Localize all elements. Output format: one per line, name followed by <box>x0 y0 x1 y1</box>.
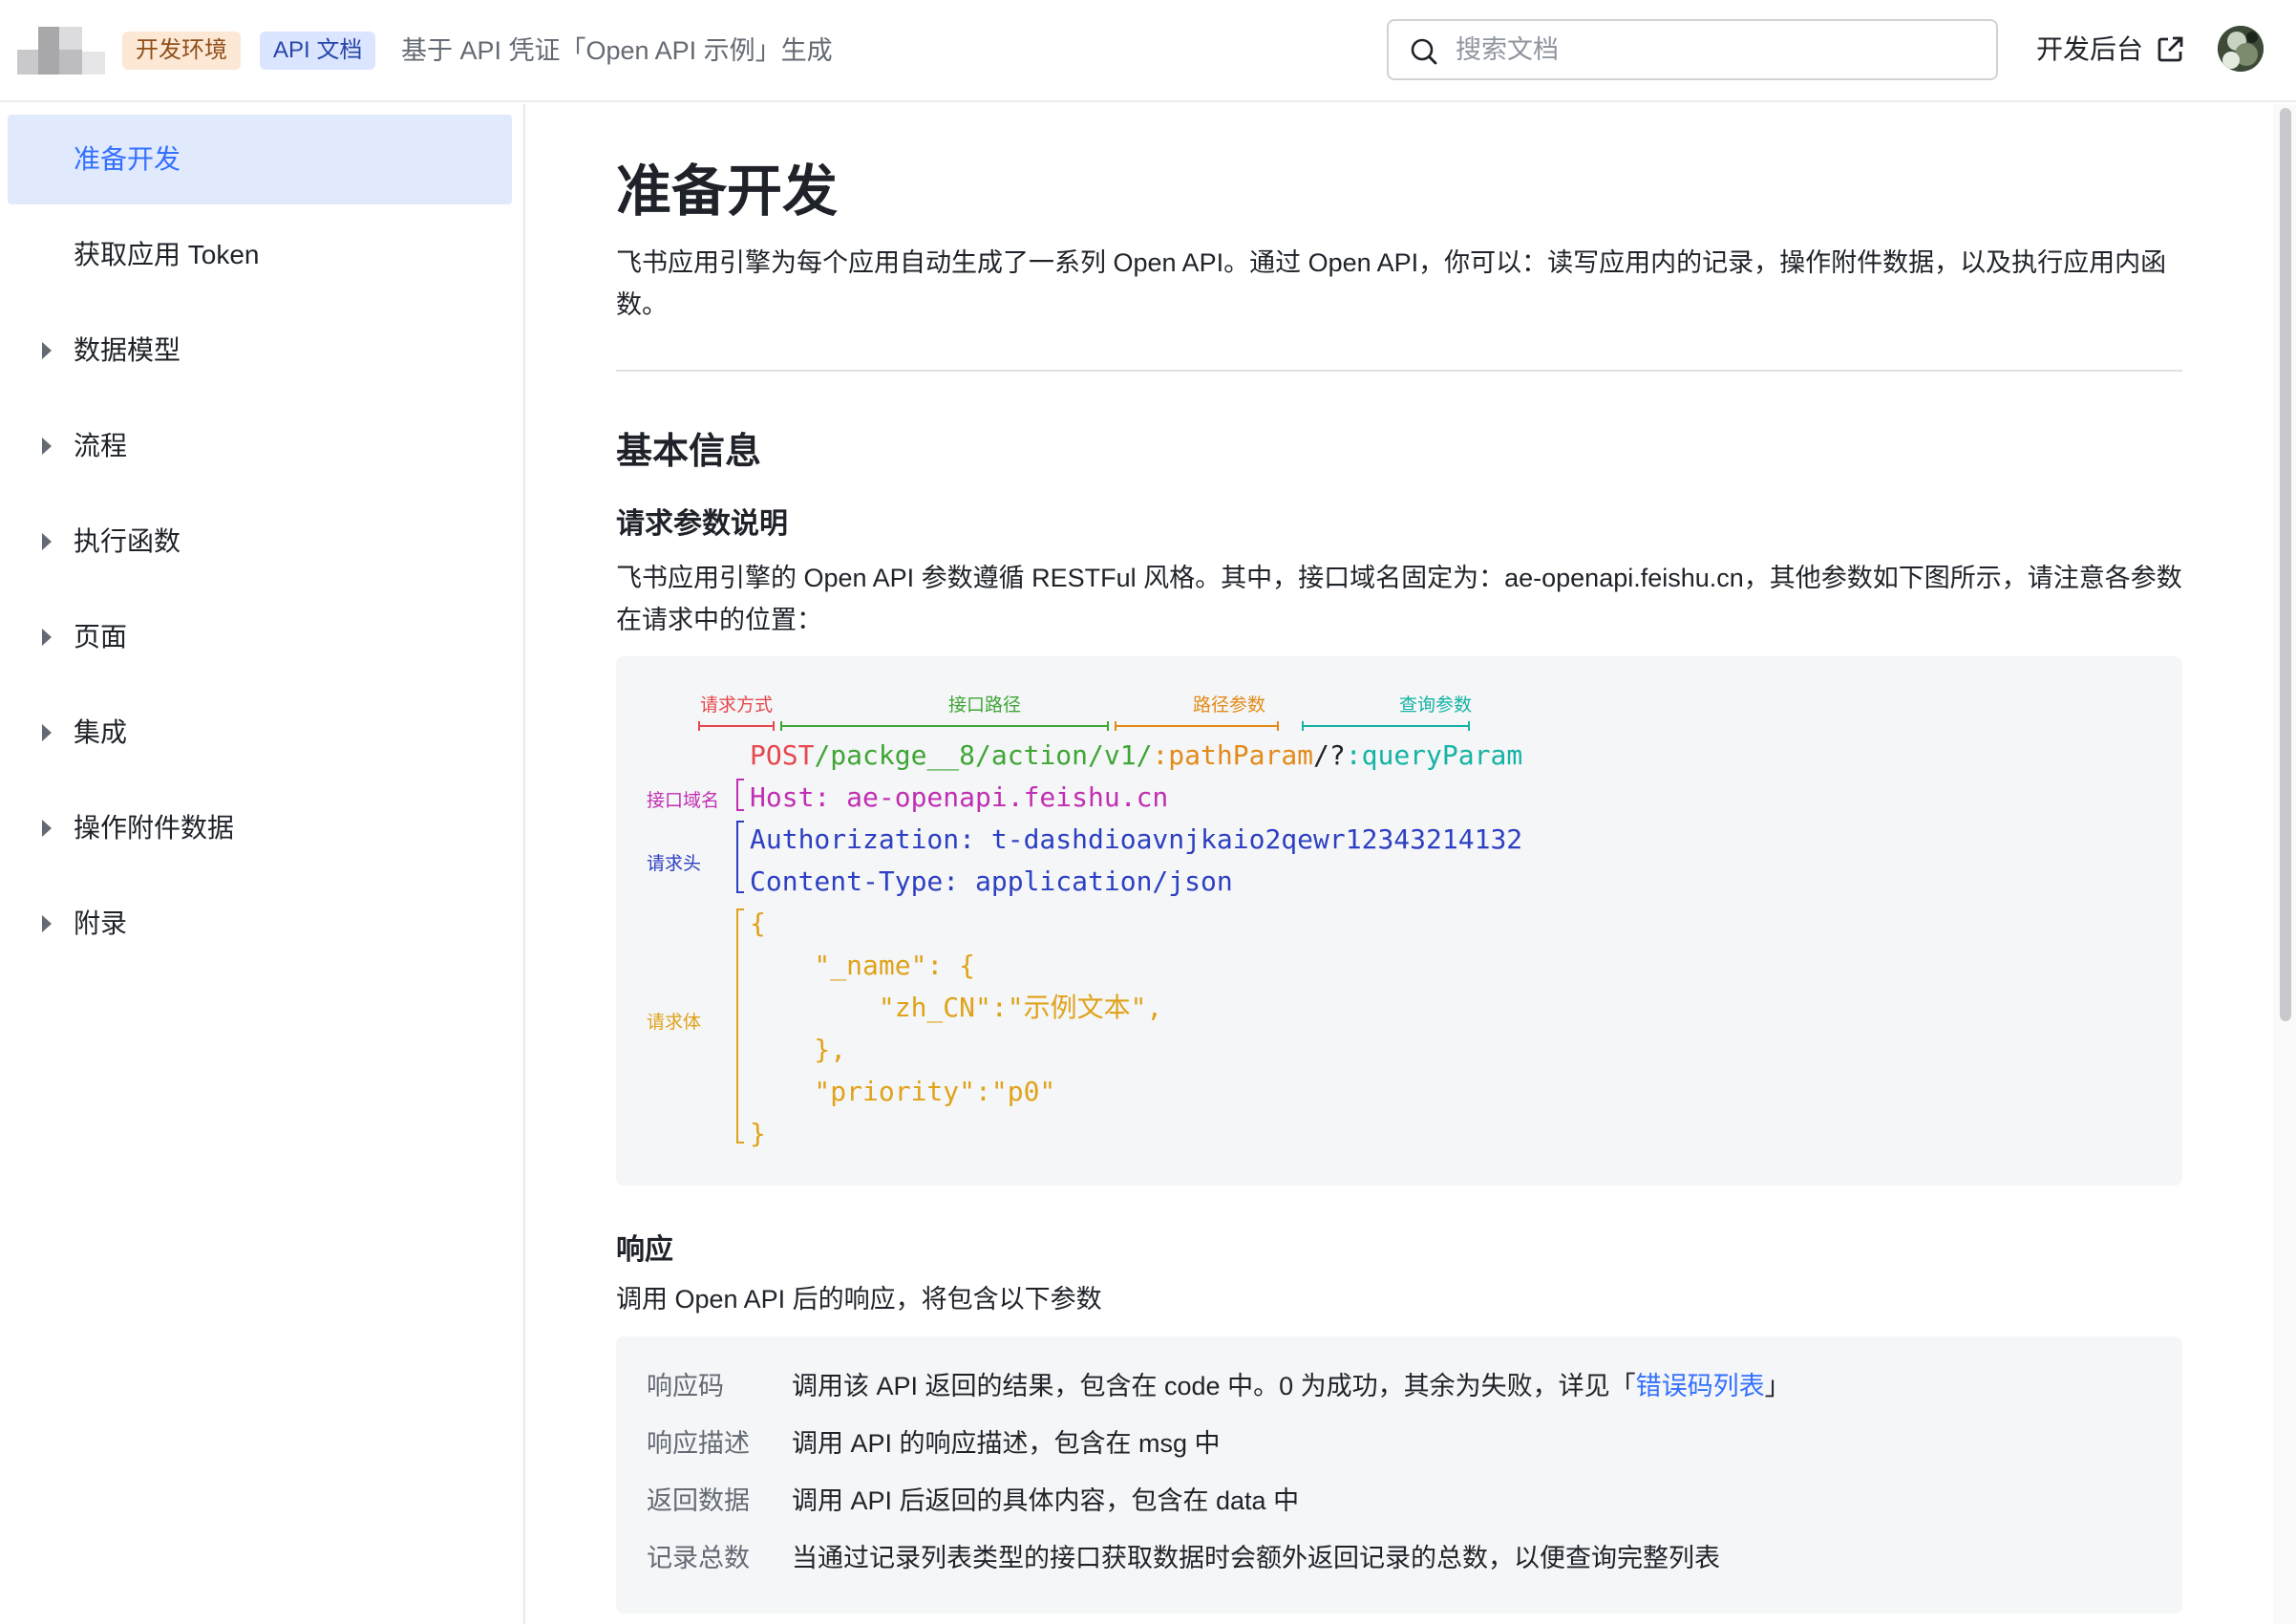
api-path: /packge__8/action/v1/ <box>814 739 1153 771</box>
response-key: 记录总数 <box>647 1544 750 1572</box>
intro-paragraph: 飞书应用引擎为每个应用自动生成了一系列 Open API。通过 Open API… <box>616 248 2167 319</box>
caret-right-icon <box>42 724 52 741</box>
response-value: 调用该 API 返回的结果，包含在 code 中。0 为成功，其余为失败，详见「 <box>792 1372 1636 1400</box>
dev-console-label: 开发后台 <box>2036 34 2144 64</box>
request-line: POST/packge__8/action/v1/:pathParam/?:qu… <box>750 735 1522 777</box>
divider <box>616 370 2182 372</box>
response-params-table: 响应码 调用该 API 返回的结果，包含在 code 中。0 为成功，其余为失败，… <box>616 1336 2182 1613</box>
sidebar-item-label: 集成 <box>74 717 128 747</box>
path-param: :pathParam <box>1152 739 1314 771</box>
path-param-bracket <box>1115 721 1279 731</box>
response-key: 返回数据 <box>647 1486 750 1515</box>
api-doc-badge: API 文档 <box>260 32 376 70</box>
query-param: :queryParam <box>1345 739 1523 771</box>
sidebar-item-appendix[interactable]: 附录 <box>8 879 512 969</box>
caret-right-icon <box>42 438 52 455</box>
response-key: 响应描述 <box>647 1429 750 1458</box>
query-param-bracket <box>1302 721 1470 731</box>
sidebar-item-label: 数据模型 <box>74 335 181 365</box>
sidebar-item-label: 执行函数 <box>74 526 181 556</box>
subsection-request-params: 请求参数说明 <box>616 508 788 540</box>
top-header: 开发环境 API 文档 基于 API 凭证「Open API 示例」生成 开发后… <box>0 0 2296 102</box>
auth-header-line: Authorization: t-dashdioavnjkaio2qewr123… <box>750 823 1523 855</box>
query-separator: /? <box>1313 739 1346 771</box>
sidebar-item-attachments[interactable]: 操作附件数据 <box>8 783 512 873</box>
app-logo[interactable] <box>17 27 105 76</box>
caret-right-icon <box>42 820 52 837</box>
response-row: 返回数据 调用 API 后返回的具体内容，包含在 data 中 <box>647 1482 1299 1520</box>
scrollbar-thumb[interactable] <box>2280 108 2291 1021</box>
label-path: 接口路径 <box>948 695 1022 716</box>
section-basic-info: 基本信息 <box>616 432 762 472</box>
search-input[interactable] <box>1456 29 1971 71</box>
request-diagram: 请求方式 接口路径 路径参数 查询参数 POST/packge__8/actio… <box>616 656 2182 1186</box>
env-badge: 开发环境 <box>122 32 241 70</box>
sidebar-item-functions[interactable]: 执行函数 <box>8 497 512 587</box>
sidebar-item-data-model[interactable]: 数据模型 <box>8 306 512 395</box>
sidebar-item-prepare[interactable]: 准备开发 <box>8 115 512 204</box>
subsection-response: 响应 <box>616 1234 673 1266</box>
body-line: }, <box>750 1034 847 1065</box>
search-icon <box>1411 38 1437 65</box>
content-type-line: Content-Type: application/json <box>750 865 1233 897</box>
doc-content: 准备开发 飞书应用引擎为每个应用自动生成了一系列 Open API。通过 Ope… <box>527 104 2273 1624</box>
sidebar-item-label: 获取应用 Token <box>74 240 260 269</box>
search-box[interactable] <box>1387 19 1998 80</box>
body-line: "_name": { <box>750 950 976 981</box>
label-method: 请求方式 <box>700 695 774 716</box>
external-link-icon <box>2158 36 2183 62</box>
response-row: 记录总数 当通过记录列表类型的接口获取数据时会额外返回记录的总数，以便查询完整列表 <box>647 1539 1720 1577</box>
method-bracket <box>698 721 775 731</box>
caret-right-icon <box>42 533 52 550</box>
response-value: 调用 API 后返回的具体内容，包含在 data 中 <box>792 1486 1300 1515</box>
body-line: "zh_CN":"示例文本", <box>750 992 1163 1023</box>
body-line: { <box>750 908 766 939</box>
page-title: 准备开发 <box>616 160 839 223</box>
body-line: "priority":"p0" <box>750 1076 1056 1107</box>
label-headers: 请求头 <box>647 854 702 874</box>
response-value-suffix: 」 <box>1764 1372 1791 1400</box>
label-body: 请求体 <box>647 1013 702 1033</box>
sidebar-item-label: 页面 <box>74 622 128 652</box>
host-line: Host: ae-openapi.feishu.cn <box>750 781 1169 813</box>
error-code-list-link[interactable]: 错误码列表 <box>1636 1372 1765 1400</box>
user-avatar[interactable] <box>2218 26 2264 72</box>
response-description: 调用 Open API 后的响应，将包含以下参数 <box>616 1285 1102 1314</box>
caret-right-icon <box>42 629 52 646</box>
body-line: } <box>750 1118 766 1149</box>
response-value: 调用 API 的响应描述，包含在 msg 中 <box>792 1429 1221 1458</box>
response-value: 当通过记录列表类型的接口获取数据时会额外返回记录的总数，以便查询完整列表 <box>792 1544 1720 1572</box>
body-bracket <box>736 908 744 1143</box>
caret-right-icon <box>42 915 52 932</box>
response-row: 响应描述 调用 API 的响应描述，包含在 msg 中 <box>647 1424 1221 1463</box>
host-bracket <box>736 779 744 811</box>
label-path-param: 路径参数 <box>1193 695 1266 716</box>
sidebar-item-label: 附录 <box>74 908 128 938</box>
label-host: 接口域名 <box>647 791 720 811</box>
sidebar-item-get-token[interactable]: 获取应用 Token <box>8 210 512 300</box>
sidebar-item-label: 流程 <box>74 431 128 460</box>
path-bracket <box>780 721 1109 731</box>
sidebar-item-integration[interactable]: 集成 <box>8 688 512 778</box>
response-key: 响应码 <box>647 1372 724 1400</box>
label-query-param: 查询参数 <box>1399 695 1473 716</box>
sidebar-nav: 准备开发 获取应用 Token 数据模型 流程 执行函数 页面 集成 操作附件数… <box>0 104 525 1624</box>
http-method: POST <box>750 739 815 771</box>
headers-bracket <box>736 821 744 893</box>
sidebar-item-label: 准备开发 <box>74 144 181 174</box>
sidebar-item-pages[interactable]: 页面 <box>8 592 512 682</box>
request-description: 飞书应用引擎的 Open API 参数遵循 RESTFul 风格。其中，接口域名… <box>616 564 2182 634</box>
response-row: 响应码 调用该 API 返回的结果，包含在 code 中。0 为成功，其余为失败，… <box>647 1367 1791 1405</box>
caret-right-icon <box>42 342 52 359</box>
sidebar-item-label: 操作附件数据 <box>74 813 235 843</box>
credential-subtitle: 基于 API 凭证「Open API 示例」生成 <box>401 36 833 65</box>
sidebar-item-workflow[interactable]: 流程 <box>8 401 512 491</box>
dev-console-link[interactable]: 开发后台 <box>2036 29 2183 71</box>
